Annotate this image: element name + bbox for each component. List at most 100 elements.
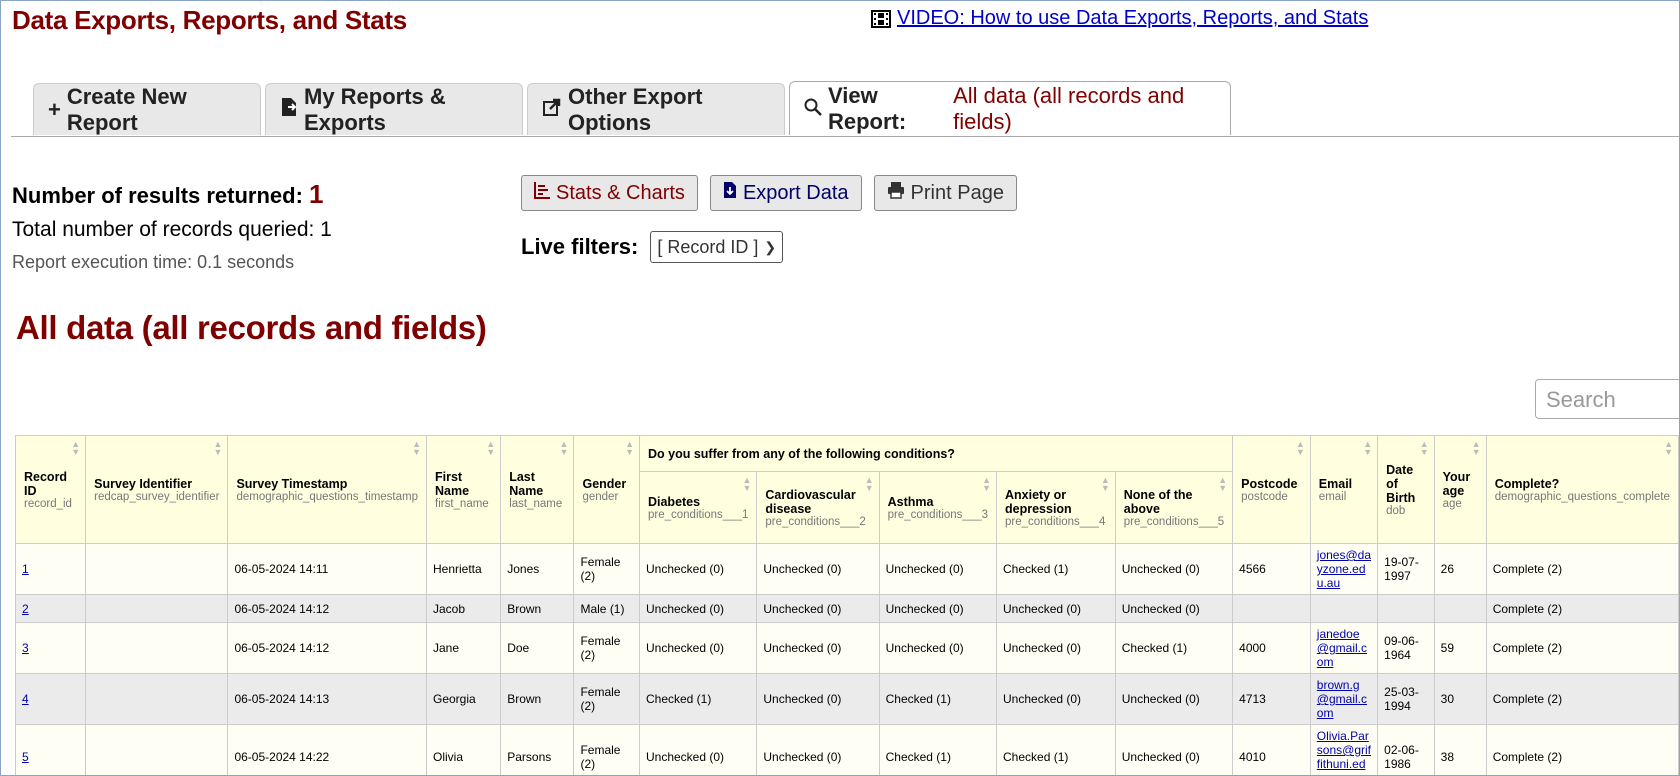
table-cell: 4 <box>14 673 87 725</box>
report-title: All data (all records and fields) <box>16 309 487 346</box>
table-cell: Checked (1) <box>878 673 998 725</box>
stats-charts-button[interactable]: Stats & Charts <box>521 175 698 211</box>
table-cell: Georgia <box>425 673 502 725</box>
col-header-survey-identifier[interactable]: ▲ ▼ Survey Identifier redcap_survey_identif… <box>85 435 229 544</box>
video-link-container[interactable]: VIDEO: How to use Data Exports, Reports,… <box>871 7 1368 30</box>
record-id-link[interactable]: 4 <box>22 692 29 706</box>
record-id-link[interactable]: 3 <box>22 641 29 655</box>
export-data-button[interactable]: Export Data <box>709 175 862 211</box>
bar-chart-icon <box>534 181 550 205</box>
table-cell: Unchecked (0) <box>996 622 1116 674</box>
col-header-complete[interactable]: ▲ ▼ Complete? demographic_questions_complet… <box>1485 435 1679 544</box>
col-header-postcode[interactable]: ▲ ▼ Postcode postcode <box>1232 435 1311 544</box>
table-cell: 3 <box>14 622 87 674</box>
table-cell: Unchecked (0) <box>878 622 998 674</box>
table-cell: Unchecked (0) <box>996 594 1116 623</box>
email-link[interactable]: brown.g@gmail.com <box>1317 678 1367 720</box>
video-link[interactable]: VIDEO: How to use Data Exports, Reports,… <box>897 7 1368 30</box>
col-header-survey-timestamp[interactable]: ▲ ▼ Survey Timestamp demographic_questions_… <box>227 435 427 544</box>
total-records-queried: Total number of records queried: 1 <box>12 218 332 241</box>
share-square-icon <box>542 97 562 123</box>
table-cell: Checked (1) <box>996 543 1116 595</box>
page-title: Data Exports, Reports, and Stats <box>12 5 407 35</box>
table-cell: 09-06-1964 <box>1377 622 1435 674</box>
table-cell: Complete (2) <box>1485 543 1679 595</box>
col-header-cardiovascular[interactable]: ▲ ▼ Cardiovascular disease pre_conditions__… <box>756 471 880 544</box>
col-header-age[interactable]: ▲ ▼ Your age age <box>1433 435 1487 544</box>
tab-view-report[interactable]: View Report: All data (all records and f… <box>789 81 1231 135</box>
sort-icon: ▲ ▼ <box>864 475 874 493</box>
record-id-link[interactable]: 1 <box>22 562 29 576</box>
tab-my-reports-exports[interactable]: My Reports & Exports <box>265 83 523 135</box>
file-download-icon <box>723 181 737 205</box>
col-header-record-id[interactable]: ▲ ▼ Record ID record_id <box>14 435 87 544</box>
print-page-button[interactable]: Print Page <box>873 175 1017 211</box>
table-cell: Female (2) <box>573 622 640 674</box>
table-cell: 59 <box>1433 622 1487 674</box>
sort-icon: ▲ ▼ <box>1363 439 1373 457</box>
table-cell <box>85 622 229 674</box>
table-cell <box>85 543 229 595</box>
sort-icon: ▲ ▼ <box>625 439 634 457</box>
email-link[interactable]: Olivia.Parsons@griffithuni.edu.au <box>1317 729 1371 775</box>
print-page-label: Print Page <box>910 181 1004 204</box>
live-filters-label: Live filters: <box>521 234 639 259</box>
table-cell: Jones <box>500 543 575 595</box>
table-cell: 26 <box>1433 543 1487 595</box>
chevron-down-icon: ❯ <box>764 238 777 255</box>
table-cell: Unchecked (0) <box>756 594 880 623</box>
table-cell: Unchecked (0) <box>638 594 758 623</box>
record-id-link[interactable]: 5 <box>22 750 29 764</box>
email-link[interactable]: jones@dayzone.edu.au <box>1317 548 1371 590</box>
table-cell <box>85 673 229 725</box>
table-cell: brown.g@gmail.com <box>1309 673 1379 725</box>
table-cell: 06-05-2024 14:12 <box>227 622 427 674</box>
col-header-anxiety-depression[interactable]: ▲ ▼ Anxiety or depression pre_conditions___… <box>996 471 1116 544</box>
col-header-diabetes[interactable]: ▲ ▼ Diabetes pre_conditions___1 <box>638 471 758 544</box>
tab-other-export-options[interactable]: Other Export Options <box>527 83 785 135</box>
col-header-email[interactable]: ▲ ▼ Email email <box>1309 435 1379 544</box>
table-cell <box>85 724 229 775</box>
table-cell: Brown <box>500 673 575 725</box>
table-cell <box>85 594 229 623</box>
col-header-last-name[interactable]: ▲ ▼ Last Name last_name <box>500 435 575 544</box>
col-header-gender[interactable]: ▲ ▼ Gender gender <box>573 435 640 544</box>
table-cell: Unchecked (0) <box>638 622 758 674</box>
table-cell: Unchecked (0) <box>756 622 880 674</box>
col-header-dob[interactable]: ▲ ▼ Date of Birth dob <box>1377 435 1435 544</box>
sort-icon: ▲ ▼ <box>1218 475 1228 493</box>
table-cell: 4010 <box>1232 724 1311 775</box>
table-cell: 06-05-2024 14:13 <box>227 673 427 725</box>
table-cell: 06-05-2024 14:11 <box>227 543 427 595</box>
tab-label: My Reports & Exports <box>304 83 446 135</box>
table-cell: Parsons <box>500 724 575 775</box>
tab-create-new-report[interactable]: + Create New Report <box>33 83 261 135</box>
film-icon <box>871 9 891 28</box>
table-cell: Unchecked (0) <box>756 543 880 595</box>
live-filters: Live filters: [ Record ID ] ❯ <box>521 231 784 263</box>
table-cell: jones@dayzone.edu.au <box>1309 543 1379 595</box>
table-row: 4 06-05-2024 14:13 Georgia Brown Female (2) C… <box>14 673 1679 725</box>
col-header-first-name[interactable]: ▲ ▼ First Name first_name <box>425 435 502 544</box>
results-count: 1 <box>308 179 324 209</box>
col-header-asthma[interactable]: ▲ ▼ Asthma pre_conditions___3 <box>878 471 998 544</box>
record-id-filter-select[interactable]: [ Record ID ] ❯ <box>650 231 784 263</box>
table-cell: Unchecked (0) <box>1114 724 1234 775</box>
table-cell: Unchecked (0) <box>756 673 880 725</box>
email-link[interactable]: janedoe@gmail.com <box>1317 627 1367 669</box>
sort-icon: ▲ ▼ <box>1471 439 1481 457</box>
table-cell: Checked (1) <box>996 724 1116 775</box>
table-cell <box>1309 594 1379 623</box>
search-input[interactable]: Search <box>1535 379 1679 419</box>
printer-icon <box>887 181 905 205</box>
table-cell: Unchecked (0) <box>996 673 1116 725</box>
stats-charts-label: Stats & Charts <box>556 181 685 204</box>
table-cell: Complete (2) <box>1485 622 1679 674</box>
table-cell: Jane <box>425 622 502 674</box>
results-returned: Number of results returned: 1 <box>12 179 332 210</box>
record-id-link[interactable]: 2 <box>22 602 29 616</box>
table-row: 1 06-05-2024 14:11 Henrietta Jones Female (2… <box>14 543 1679 595</box>
col-header-none-of-above[interactable]: ▲ ▼ None of the above pre_conditions___5 <box>1114 471 1234 544</box>
table-cell: 38 <box>1433 724 1487 775</box>
table-cell: Checked (1) <box>1114 622 1234 674</box>
